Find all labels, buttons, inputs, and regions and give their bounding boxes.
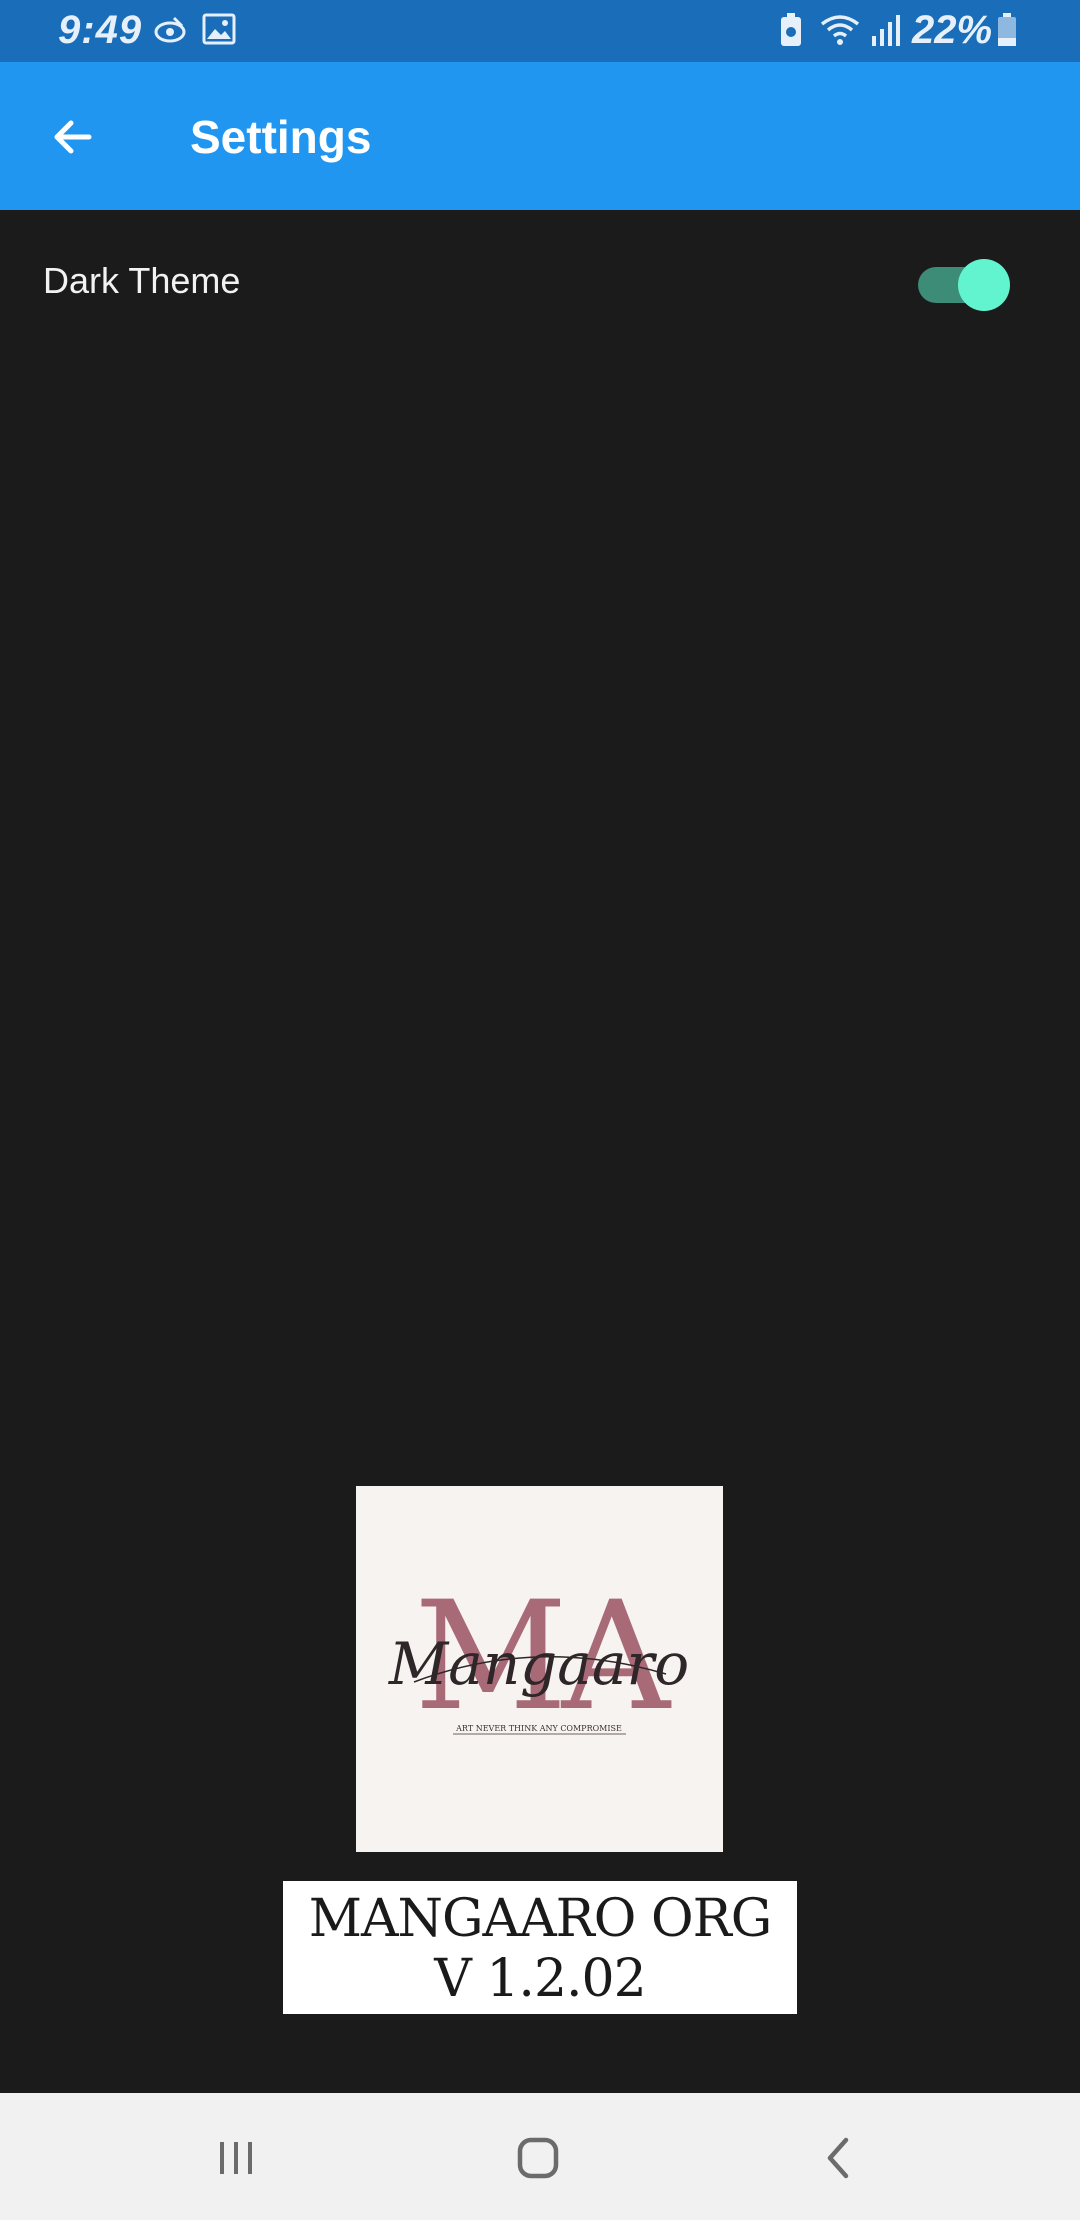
status-time: 9:49 — [58, 8, 143, 52]
logo-script: Mangaaro — [388, 1630, 689, 1698]
recent-apps-icon — [220, 2142, 252, 2174]
setting-row-dark-theme: Dark Theme — [0, 232, 1080, 336]
nav-back-button[interactable] — [800, 2123, 880, 2193]
status-bar: 9:49 22% — [0, 0, 1080, 62]
battery-percentage: 22% — [912, 8, 993, 52]
image-icon — [202, 12, 236, 51]
version-number: V 1.2.02 — [434, 1949, 646, 2009]
version-org-name: MANGAARO ORG — [308, 1889, 773, 1949]
home-icon — [517, 2137, 559, 2179]
toggle-thumb — [958, 259, 1010, 311]
dark-theme-label: Dark Theme — [43, 260, 241, 301]
recent-apps-button[interactable] — [196, 2123, 276, 2193]
page-title: Settings — [190, 111, 372, 163]
app-logo: MA Mangaaro ART NEVER THINK ANY COMPROMI… — [356, 1486, 723, 1852]
arrow-back-icon — [54, 120, 92, 154]
back-icon — [827, 2137, 849, 2179]
system-nav-bar — [0, 2093, 1080, 2220]
home-button[interactable] — [498, 2123, 578, 2193]
battery-saver-icon — [778, 12, 804, 53]
wifi-icon — [818, 12, 862, 53]
logo-tagline: ART NEVER THINK ANY COMPROMISE — [455, 1724, 622, 1733]
app-notification-icon — [152, 12, 188, 53]
dark-theme-toggle[interactable] — [914, 257, 1014, 311]
version-banner: MANGAARO ORG V 1.2.02 — [283, 1881, 797, 2014]
signal-icon — [870, 12, 902, 53]
app-bar: Settings — [0, 62, 1080, 210]
battery-icon — [996, 12, 1018, 53]
back-button[interactable] — [34, 98, 112, 176]
